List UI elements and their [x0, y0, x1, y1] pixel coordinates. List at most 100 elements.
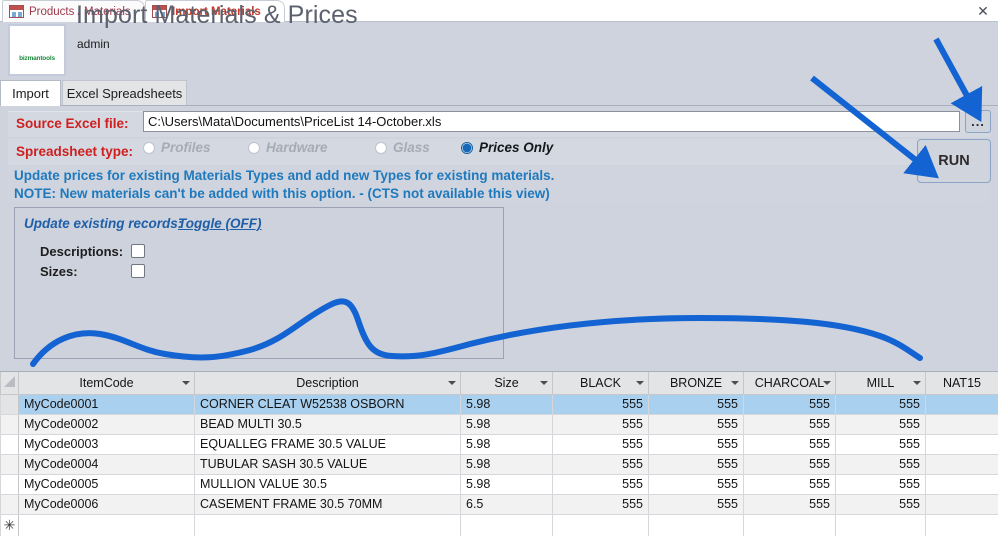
table-cell[interactable]: 555	[648, 433, 744, 455]
table-cell[interactable]: MyCode0006	[18, 493, 195, 515]
table-cell[interactable]: CASEMENT FRAME 30.5 70MM	[194, 493, 461, 515]
table-cell[interactable]	[925, 493, 998, 515]
column-header-nat15[interactable]: NAT15	[925, 372, 998, 395]
table-cell[interactable]: 555	[743, 493, 836, 515]
table-row[interactable]: MyCode0005 MULLION VALUE 30.5 5.98 555 555 55…	[0, 473, 998, 495]
table-cell[interactable]: MULLION VALUE 30.5	[194, 473, 461, 495]
table-cell[interactable]: 5.98	[460, 433, 553, 455]
table-row[interactable]: MyCode0006 CASEMENT FRAME 30.5 70MM 6.5 555…	[0, 493, 998, 515]
table-row[interactable]: MyCode0004 TUBULAR SASH 30.5 VALUE 5.98 555…	[0, 453, 998, 475]
table-cell[interactable]: 555	[743, 413, 836, 435]
table-cell[interactable]: 555	[835, 413, 926, 435]
table-cell[interactable]: 555	[835, 493, 926, 515]
table-cell[interactable]: 555	[648, 473, 744, 495]
table-cell[interactable]: 555	[552, 453, 649, 475]
radio-profiles[interactable]: Profiles	[143, 140, 211, 155]
table-cell[interactable]: 555	[835, 473, 926, 495]
table-cell[interactable]: 555	[743, 453, 836, 475]
column-header-description[interactable]: Description	[194, 372, 461, 395]
row-selector[interactable]	[0, 433, 19, 455]
radio-prices-only[interactable]: Prices Only	[461, 140, 553, 155]
table-cell[interactable]: TUBULAR SASH 30.5 VALUE	[194, 453, 461, 475]
column-header-itemcode[interactable]: ItemCode	[18, 372, 195, 395]
column-header-black[interactable]: BLACK	[552, 372, 649, 395]
table-cell[interactable]: 555	[743, 433, 836, 455]
table-cell[interactable]: 5.98	[460, 393, 553, 415]
chevron-down-icon[interactable]	[731, 380, 739, 385]
table-cell[interactable]	[194, 513, 461, 536]
table-cell[interactable]: 555	[648, 413, 744, 435]
table-cell[interactable]	[552, 513, 649, 536]
chevron-down-icon[interactable]	[540, 380, 548, 385]
table-cell[interactable]	[743, 513, 836, 536]
table-cell[interactable]: 555	[648, 453, 744, 475]
column-header-bronze[interactable]: BRONZE	[648, 372, 744, 395]
table-cell[interactable]: 555	[835, 453, 926, 475]
radio-hardware[interactable]: Hardware	[248, 140, 328, 155]
run-button[interactable]: RUN	[917, 139, 991, 183]
new-record-row[interactable]: ✳	[0, 513, 998, 536]
table-cell[interactable]: 555	[648, 393, 744, 415]
table-cell[interactable]: 555	[835, 433, 926, 455]
browse-button[interactable]: ...	[965, 110, 991, 133]
sizes-checkbox[interactable]	[131, 264, 145, 278]
chevron-down-icon[interactable]	[448, 380, 456, 385]
source-file-input[interactable]	[143, 111, 960, 132]
table-cell[interactable]	[925, 433, 998, 455]
chevron-down-icon[interactable]	[636, 380, 644, 385]
table-cell[interactable]: MyCode0004	[18, 453, 195, 475]
table-cell[interactable]: 5.98	[460, 453, 553, 475]
table-cell[interactable]: MyCode0005	[18, 473, 195, 495]
row-selector[interactable]	[0, 473, 19, 495]
table-cell[interactable]: MyCode0003	[18, 433, 195, 455]
table-cell[interactable]: 555	[552, 413, 649, 435]
table-cell[interactable]: 555	[552, 473, 649, 495]
table-cell[interactable]	[925, 453, 998, 475]
table-cell[interactable]: 555	[648, 493, 744, 515]
table-cell[interactable]: BEAD MULTI 30.5	[194, 413, 461, 435]
tab-excel-spreadsheets[interactable]: Excel Spreadsheets	[62, 80, 187, 106]
row-selector[interactable]	[0, 493, 19, 515]
chevron-down-icon[interactable]	[823, 380, 831, 385]
table-row[interactable]: MyCode0003 EQUALLEG FRAME 30.5 VALUE 5.98 5…	[0, 433, 998, 455]
table-cell[interactable]	[18, 513, 195, 536]
table-cell[interactable]	[648, 513, 744, 536]
radio-glass[interactable]: Glass	[375, 140, 430, 155]
row-selector[interactable]	[0, 453, 19, 475]
table-cell[interactable]: 6.5	[460, 493, 553, 515]
chevron-down-icon[interactable]	[182, 380, 190, 385]
table-cell[interactable]: 5.98	[460, 413, 553, 435]
table-row[interactable]: MyCode0001 CORNER CLEAT W52538 OSBORN 5.98…	[0, 393, 998, 415]
table-cell[interactable]	[925, 473, 998, 495]
row-selector[interactable]	[0, 393, 19, 415]
table-cell[interactable]: 5.98	[460, 473, 553, 495]
table-cell[interactable]: 555	[835, 393, 926, 415]
table-cell[interactable]	[925, 513, 998, 536]
spreadsheet-type-label: Spreadsheet type:	[16, 144, 134, 159]
table-cell[interactable]: CORNER CLEAT W52538 OSBORN	[194, 393, 461, 415]
table-cell[interactable]: MyCode0002	[18, 413, 195, 435]
table-cell[interactable]: 555	[552, 433, 649, 455]
tab-import[interactable]: Import	[0, 80, 61, 106]
column-header-size[interactable]: Size	[460, 372, 553, 395]
column-header-mill[interactable]: MILL	[835, 372, 926, 395]
table-cell[interactable]	[925, 393, 998, 415]
chevron-down-icon[interactable]	[913, 380, 921, 385]
table-cell[interactable]: 555	[552, 493, 649, 515]
table-cell[interactable]: 555	[552, 393, 649, 415]
table-cell[interactable]	[460, 513, 553, 536]
column-header-charcoal[interactable]: CHARCOAL	[743, 372, 836, 395]
table-cell[interactable]: MyCode0001	[18, 393, 195, 415]
row-selector[interactable]	[0, 413, 19, 435]
tab-label: Import	[12, 86, 49, 101]
table-cell[interactable]: 555	[743, 473, 836, 495]
close-icon[interactable]: ✕	[974, 2, 992, 20]
descriptions-checkbox[interactable]	[131, 244, 145, 258]
table-row[interactable]: MyCode0002 BEAD MULTI 30.5 5.98 555 555 555 55…	[0, 413, 998, 435]
toggle-link[interactable]: Toggle (OFF)	[178, 216, 261, 231]
table-cell[interactable]: EQUALLEG FRAME 30.5 VALUE	[194, 433, 461, 455]
table-cell[interactable]: 555	[743, 393, 836, 415]
table-cell[interactable]	[835, 513, 926, 536]
table-cell[interactable]	[925, 413, 998, 435]
select-all-corner[interactable]	[0, 372, 19, 395]
